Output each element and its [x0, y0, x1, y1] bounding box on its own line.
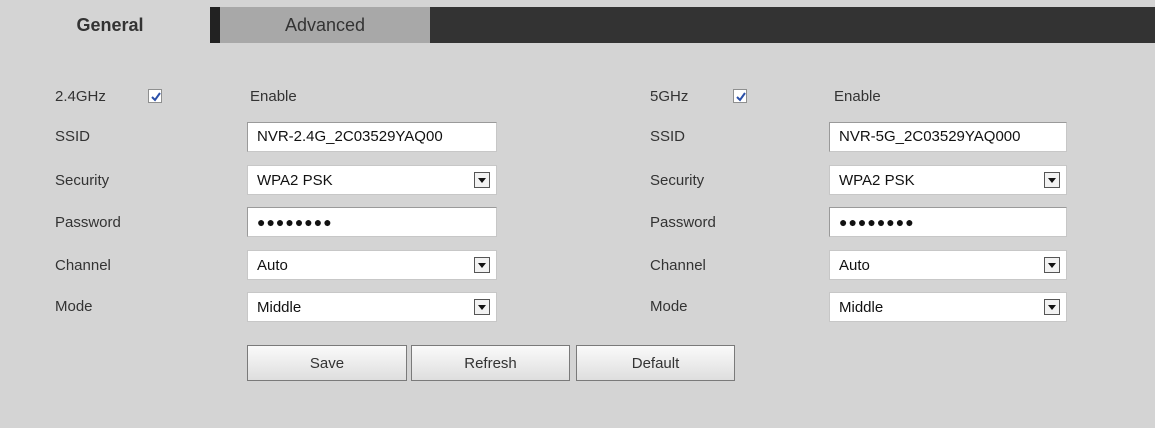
chevron-down-icon[interactable]: [1044, 172, 1060, 188]
band24-enable-label: Enable: [250, 88, 297, 105]
band24-label: 2.4GHz: [55, 88, 106, 105]
chevron-down-icon[interactable]: [474, 257, 490, 273]
band24-ssid-input[interactable]: NVR-2.4G_2C03529YAQ00: [247, 122, 497, 152]
refresh-button[interactable]: Refresh: [411, 345, 570, 381]
checkbox-checked-icon: [151, 92, 161, 102]
tab-separator: [210, 7, 220, 43]
band24-mode-select[interactable]: Middle: [247, 292, 497, 322]
band24-channel-label: Channel: [55, 257, 111, 274]
band5-channel-value: Auto: [839, 257, 870, 274]
band5-security-select[interactable]: WPA2 PSK: [829, 165, 1067, 195]
band24-ssid-label: SSID: [55, 128, 91, 145]
default-button[interactable]: Default: [576, 345, 735, 381]
wifi-settings-panel: 2.4GHz Enable SSID NVR-2.4G_2C03529YAQ00…: [10, 43, 1155, 428]
chevron-down-icon[interactable]: [1044, 299, 1060, 315]
band5-mode-value: Middle: [839, 299, 884, 316]
band24-mode-label: Mode: [55, 298, 93, 315]
tab-advanced[interactable]: Advanced: [220, 7, 430, 43]
band5-enable-label: Enable: [834, 88, 881, 105]
band5-security-value: WPA2 PSK: [839, 172, 915, 189]
band5-mode-select[interactable]: Middle: [829, 292, 1067, 322]
band5-security-label: Security: [650, 172, 705, 189]
band5-channel-select[interactable]: Auto: [829, 250, 1067, 280]
band5-label: 5GHz: [650, 88, 689, 105]
band24-channel-select[interactable]: Auto: [247, 250, 497, 280]
band24-security-label: Security: [55, 172, 110, 189]
tab-bar-background: [430, 7, 1155, 43]
chevron-down-icon[interactable]: [474, 299, 490, 315]
band24-security-select[interactable]: WPA2 PSK: [247, 165, 497, 195]
band24-security-value: WPA2 PSK: [257, 172, 333, 189]
band24-password-input[interactable]: ●●●●●●●●: [247, 207, 497, 237]
band24-mode-value: Middle: [257, 299, 302, 316]
tab-bar: General Advanced: [0, 0, 1155, 43]
band5-channel-label: Channel: [650, 257, 706, 274]
band5-password-input[interactable]: ●●●●●●●●: [829, 207, 1067, 237]
band5-password-label: Password: [650, 214, 716, 231]
band24-channel-value: Auto: [257, 257, 288, 274]
chevron-down-icon[interactable]: [474, 172, 490, 188]
band5-ssid-input[interactable]: NVR-5G_2C03529YAQ000: [829, 122, 1067, 152]
checkbox-checked-icon: [736, 92, 746, 102]
band24-password-label: Password: [55, 214, 121, 231]
band5-mode-label: Mode: [650, 298, 688, 315]
band5-ssid-label: SSID: [650, 128, 686, 145]
tab-general[interactable]: General: [10, 7, 210, 43]
band5-enable-checkbox[interactable]: [733, 89, 747, 103]
save-button[interactable]: Save: [247, 345, 407, 381]
chevron-down-icon[interactable]: [1044, 257, 1060, 273]
band24-enable-checkbox[interactable]: [148, 89, 162, 103]
